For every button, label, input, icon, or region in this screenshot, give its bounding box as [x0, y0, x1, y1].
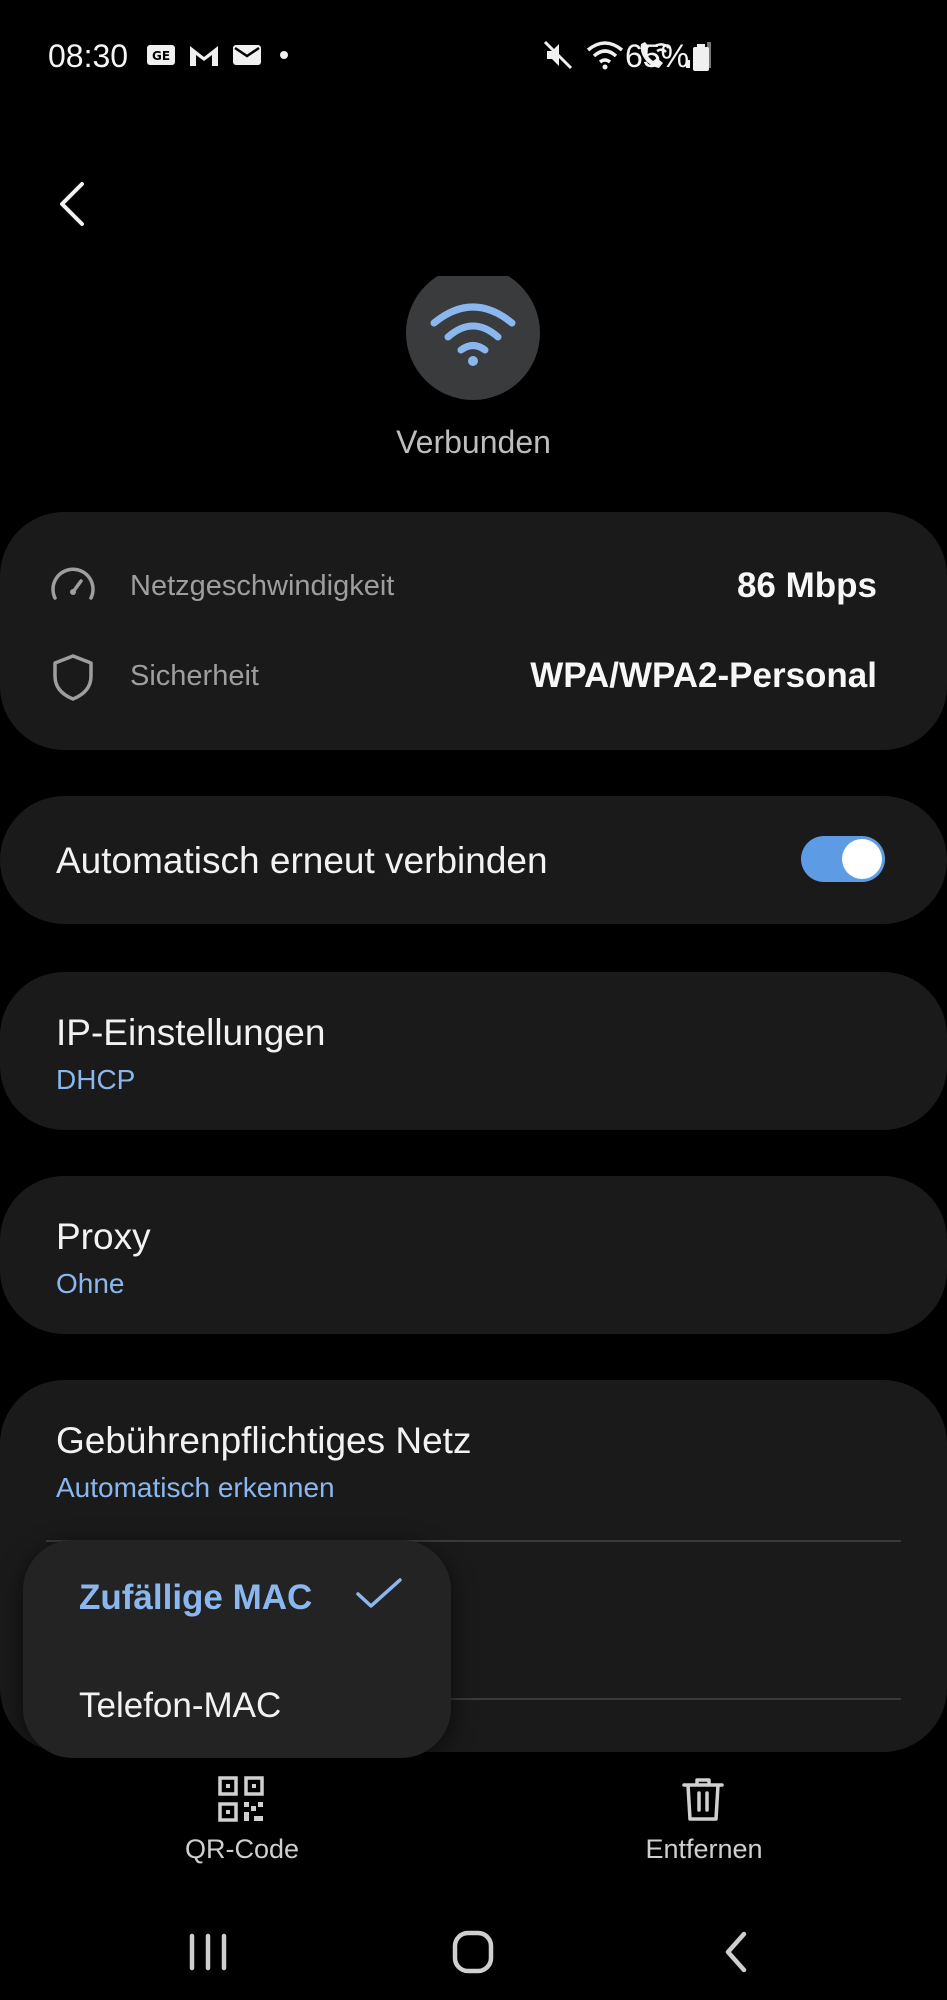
speed-label: Netzgeschwindigkeit — [130, 570, 395, 602]
mac-option-phone[interactable]: Telefon-MAC — [23, 1654, 451, 1754]
qr-code-button[interactable]: QR-Code — [122, 1772, 362, 1872]
speedometer-icon — [51, 567, 95, 600]
security-row: Sicherheit WPA/WPA2-Personal — [0, 636, 947, 716]
svg-text:GE: GE — [152, 49, 170, 63]
mac-option-label: Zufällige MAC — [79, 1578, 313, 1617]
auto-reconnect-toggle[interactable] — [801, 836, 885, 882]
header-fade — [380, 240, 570, 276]
wifi-icon — [430, 303, 516, 366]
speed-row: Netzgeschwindigkeit 86 Mbps — [0, 546, 947, 626]
shield-icon — [53, 654, 93, 701]
ip-settings-value: DHCP — [56, 1064, 136, 1095]
checkmark-icon — [356, 1578, 402, 1608]
battery-percentage: 65% — [625, 38, 690, 74]
home-icon[interactable] — [443, 1928, 503, 1976]
proxy-title: Proxy — [56, 1216, 151, 1257]
security-label: Sicherheit — [130, 660, 259, 692]
connection-status: Verbunden — [396, 424, 551, 460]
qr-code-icon — [218, 1776, 264, 1822]
remove-label: Entfernen — [645, 1834, 763, 1864]
back-button[interactable] — [50, 178, 94, 230]
mac-option-label: Telefon-MAC — [79, 1686, 282, 1725]
mail-m-icon — [190, 46, 218, 66]
wifi-status-circle — [406, 266, 540, 400]
auto-reconnect-label: Automatisch erneut verbinden — [56, 840, 548, 881]
proxy-item[interactable]: Proxy Ohne — [0, 1176, 947, 1334]
mute-icon — [543, 40, 573, 70]
metered-value: Automatisch erkennen — [56, 1472, 335, 1503]
recent-apps-icon[interactable] — [178, 1928, 238, 1976]
nav-back-icon[interactable] — [708, 1928, 768, 1976]
security-value: WPA/WPA2-Personal — [530, 656, 877, 695]
status-time: 08:30 — [48, 38, 129, 74]
gallery-app-icon: GE — [147, 45, 175, 65]
toggle-knob — [842, 839, 882, 879]
remove-network-button[interactable]: Entfernen — [584, 1772, 824, 1872]
dot-icon — [280, 51, 288, 59]
mac-type-popup-menu: Zufällige MAC Telefon-MAC — [23, 1540, 451, 1758]
qr-code-label: QR-Code — [184, 1834, 300, 1864]
ip-settings-title: IP-Einstellungen — [56, 1012, 326, 1053]
network-info-card: Netzgeschwindigkeit 86 Mbps Sicherheit W… — [0, 512, 947, 750]
trash-icon — [682, 1778, 724, 1821]
metered-title: Gebührenpflichtiges Netz — [56, 1420, 472, 1461]
proxy-value: Ohne — [56, 1268, 125, 1299]
system-navigation-bar — [0, 1900, 947, 2000]
status-bar: 08:30 GE 65% — [0, 0, 947, 112]
speed-value: 86 Mbps — [736, 566, 877, 605]
battery-icon — [693, 44, 709, 71]
ip-settings-item[interactable]: IP-Einstellungen DHCP — [0, 972, 947, 1130]
email-icon — [233, 45, 261, 65]
mac-option-random[interactable]: Zufällige MAC — [23, 1546, 451, 1646]
wifi-icon — [586, 41, 624, 70]
status-left-icons: GE — [146, 42, 294, 68]
metered-network-item[interactable]: Gebührenpflichtiges Netz Automatisch erk… — [0, 1380, 947, 1538]
